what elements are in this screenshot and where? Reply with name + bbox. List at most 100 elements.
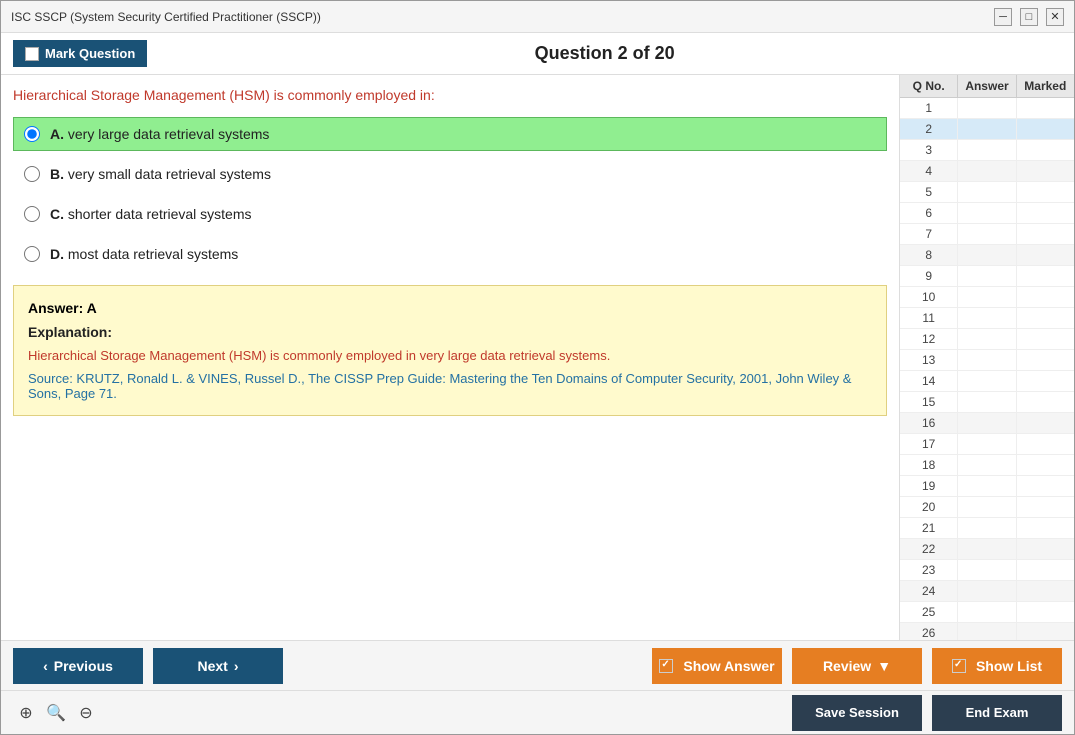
zoom-in-button[interactable]: ⊕ xyxy=(13,700,39,726)
maximize-button[interactable]: □ xyxy=(1020,8,1038,26)
sidebar-row[interactable]: 24 xyxy=(900,581,1074,602)
option-b-radio[interactable] xyxy=(24,166,40,182)
sidebar-cell-marked xyxy=(1017,413,1074,433)
explanation-label: Explanation: xyxy=(28,324,872,340)
sidebar-cell-answer xyxy=(958,119,1016,139)
option-c[interactable]: C. shorter data retrieval systems xyxy=(13,197,887,231)
sidebar-cell-num: 9 xyxy=(900,266,958,286)
sidebar-cell-marked xyxy=(1017,602,1074,622)
previous-button[interactable]: ‹ Previous xyxy=(13,648,143,684)
sidebar-cell-marked xyxy=(1017,518,1074,538)
sidebar-cell-num: 13 xyxy=(900,350,958,370)
sidebar-cell-marked xyxy=(1017,161,1074,181)
sidebar-row[interactable]: 17 xyxy=(900,434,1074,455)
option-d-radio[interactable] xyxy=(24,246,40,262)
question-area: Hierarchical Storage Management (HSM) is… xyxy=(1,75,899,640)
sidebar-cell-answer xyxy=(958,623,1016,640)
sidebar-row[interactable]: 15 xyxy=(900,392,1074,413)
sidebar-row[interactable]: 18 xyxy=(900,455,1074,476)
sidebar-row[interactable]: 11 xyxy=(900,308,1074,329)
save-session-button[interactable]: Save Session xyxy=(792,695,922,731)
sidebar-row[interactable]: 6 xyxy=(900,203,1074,224)
show-answer-button[interactable]: Show Answer xyxy=(652,648,782,684)
sidebar-row[interactable]: 19 xyxy=(900,476,1074,497)
sidebar-cell-marked xyxy=(1017,119,1074,139)
sidebar-cell-marked xyxy=(1017,434,1074,454)
sidebar-cell-marked xyxy=(1017,476,1074,496)
minimize-button[interactable]: ─ xyxy=(994,8,1012,26)
sidebar-cell-marked xyxy=(1017,98,1074,118)
sidebar-cell-marked xyxy=(1017,182,1074,202)
question-text: Hierarchical Storage Management (HSM) is… xyxy=(13,87,887,103)
zoom-reset-button[interactable]: 🔍 xyxy=(43,700,69,726)
option-b[interactable]: B. very small data retrieval systems xyxy=(13,157,887,191)
show-list-check-icon xyxy=(952,659,966,673)
sidebar-row[interactable]: 5 xyxy=(900,182,1074,203)
option-c-radio[interactable] xyxy=(24,206,40,222)
sidebar-cell-num: 4 xyxy=(900,161,958,181)
sidebar-row[interactable]: 2 xyxy=(900,119,1074,140)
option-d[interactable]: D. most data retrieval systems xyxy=(13,237,887,271)
end-exam-button[interactable]: End Exam xyxy=(932,695,1062,731)
sidebar-cell-answer xyxy=(958,287,1016,307)
sidebar-cell-answer xyxy=(958,539,1016,559)
mark-question-button[interactable]: Mark Question xyxy=(13,40,147,67)
sidebar-cell-answer xyxy=(958,518,1016,538)
sidebar-cell-num: 3 xyxy=(900,140,958,160)
sidebar-cell-answer xyxy=(958,350,1016,370)
sidebar-cell-num: 8 xyxy=(900,245,958,265)
sidebar-row[interactable]: 20 xyxy=(900,497,1074,518)
sidebar-cell-marked xyxy=(1017,308,1074,328)
sidebar-cell-num: 5 xyxy=(900,182,958,202)
sidebar-row[interactable]: 16 xyxy=(900,413,1074,434)
review-button[interactable]: Review ▼ xyxy=(792,648,922,684)
sidebar-cell-answer xyxy=(958,581,1016,601)
show-list-button[interactable]: Show List xyxy=(932,648,1062,684)
sidebar-cell-marked xyxy=(1017,623,1074,640)
sidebar-row[interactable]: 14 xyxy=(900,371,1074,392)
sidebar: Q No. Answer Marked 1 2 3 4 5 6 xyxy=(899,75,1074,640)
sidebar-row[interactable]: 8 xyxy=(900,245,1074,266)
sidebar-row[interactable]: 1 xyxy=(900,98,1074,119)
sidebar-cell-marked xyxy=(1017,371,1074,391)
option-a[interactable]: A. very large data retrieval systems xyxy=(13,117,887,151)
sidebar-row[interactable]: 25 xyxy=(900,602,1074,623)
sidebar-cell-answer xyxy=(958,98,1016,118)
sidebar-cell-marked xyxy=(1017,497,1074,517)
sidebar-row[interactable]: 12 xyxy=(900,329,1074,350)
sidebar-row[interactable]: 22 xyxy=(900,539,1074,560)
close-button[interactable]: ✕ xyxy=(1046,8,1064,26)
sidebar-row[interactable]: 13 xyxy=(900,350,1074,371)
sidebar-cell-marked xyxy=(1017,140,1074,160)
sidebar-row[interactable]: 3 xyxy=(900,140,1074,161)
next-arrow-icon: › xyxy=(234,658,239,674)
sidebar-row[interactable]: 7 xyxy=(900,224,1074,245)
sidebar-cell-answer xyxy=(958,476,1016,496)
sidebar-cell-answer xyxy=(958,560,1016,580)
bottom-nav: ‹ Previous Next › Show Answer Review ▼ S… xyxy=(1,640,1074,690)
sidebar-cell-num: 2 xyxy=(900,119,958,139)
sidebar-cell-answer xyxy=(958,455,1016,475)
sidebar-row[interactable]: 9 xyxy=(900,266,1074,287)
sidebar-cell-num: 12 xyxy=(900,329,958,349)
answer-box: Answer: A Explanation: Hierarchical Stor… xyxy=(13,285,887,416)
sidebar-cell-answer xyxy=(958,497,1016,517)
sidebar-cell-answer xyxy=(958,203,1016,223)
next-button[interactable]: Next › xyxy=(153,648,283,684)
sidebar-row[interactable]: 26 xyxy=(900,623,1074,640)
main-window: ISC SSCP (System Security Certified Prac… xyxy=(0,0,1075,735)
option-a-radio[interactable] xyxy=(24,126,40,142)
sidebar-cell-marked xyxy=(1017,224,1074,244)
sidebar-row[interactable]: 4 xyxy=(900,161,1074,182)
zoom-out-button[interactable]: ⊖ xyxy=(73,700,99,726)
sidebar-cell-num: 22 xyxy=(900,539,958,559)
sidebar-cell-marked xyxy=(1017,455,1074,475)
sidebar-cell-answer xyxy=(958,434,1016,454)
sidebar-row[interactable]: 10 xyxy=(900,287,1074,308)
option-d-text: D. most data retrieval systems xyxy=(50,246,238,262)
sidebar-row[interactable]: 23 xyxy=(900,560,1074,581)
action-buttons: Save Session End Exam xyxy=(792,695,1062,731)
sidebar-row[interactable]: 21 xyxy=(900,518,1074,539)
sidebar-col-qno: Q No. xyxy=(900,75,958,97)
sidebar-cell-answer xyxy=(958,161,1016,181)
